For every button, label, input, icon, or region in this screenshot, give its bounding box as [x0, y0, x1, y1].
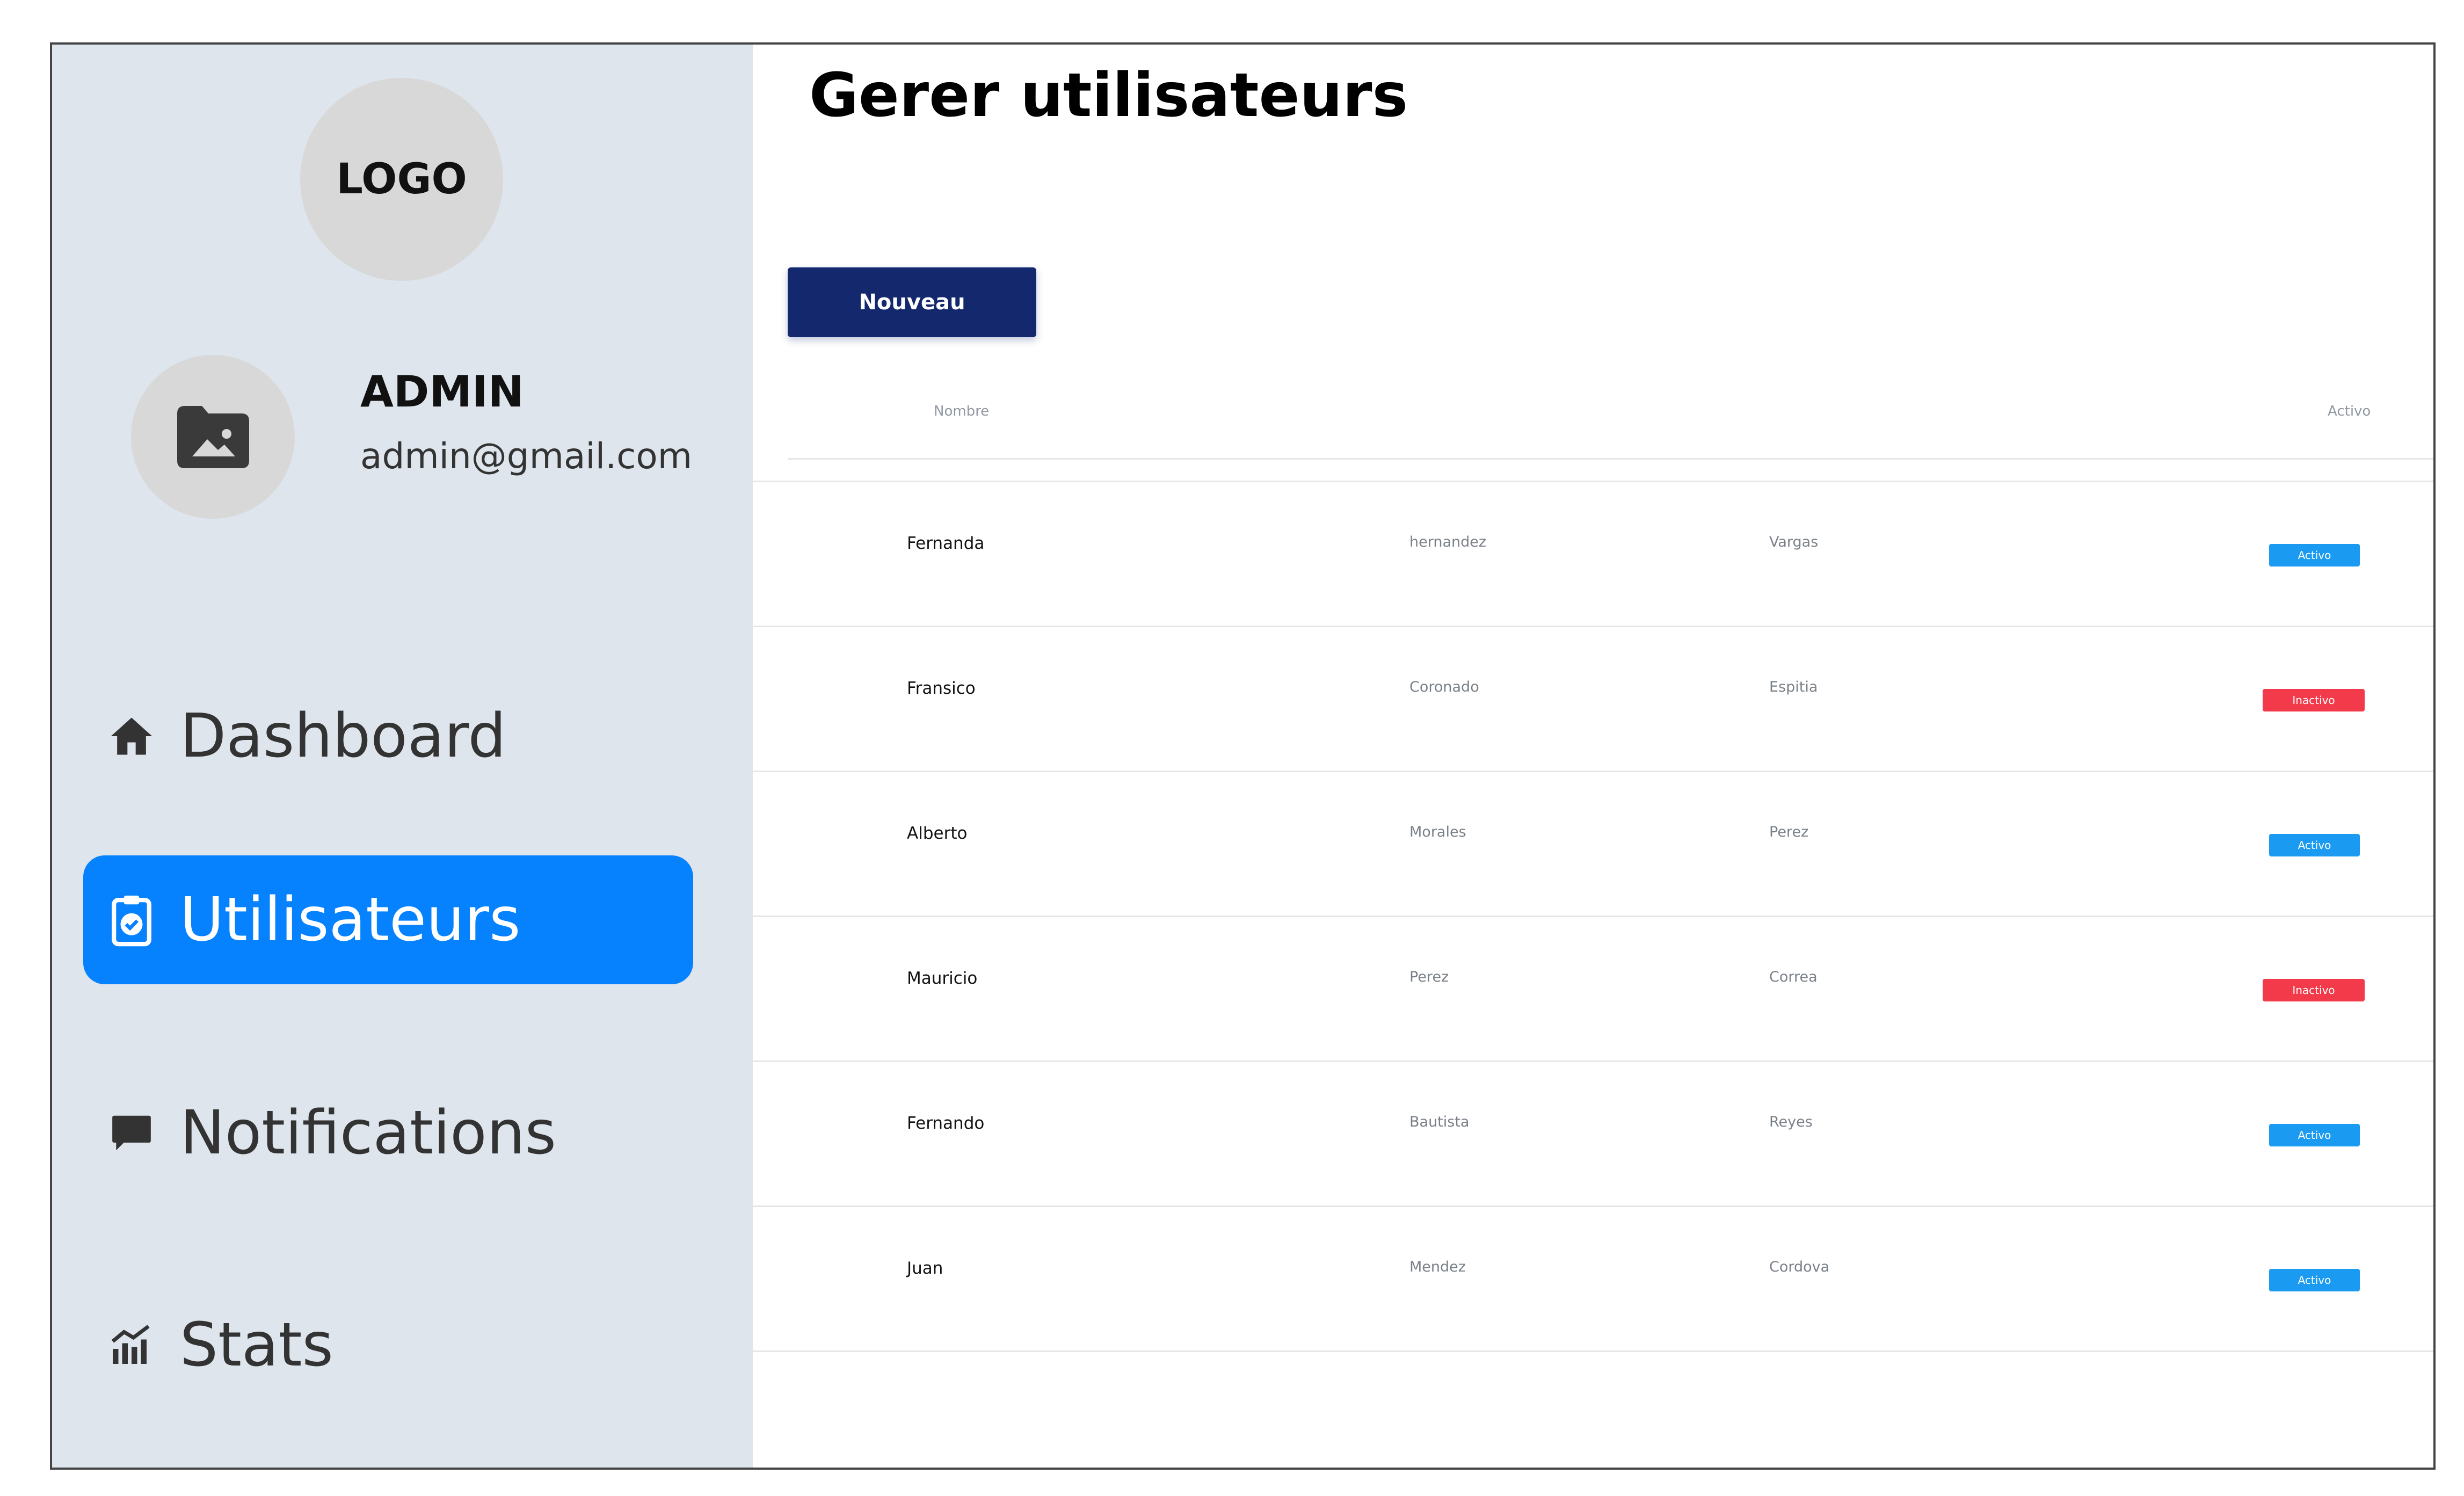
home-icon: [105, 709, 158, 763]
table-row[interactable]: Fransico Coronado Espitia Inactivo: [753, 627, 2433, 772]
app-window: LOGO ADMIN admin@gmail.com Dashboard Uti…: [50, 42, 2436, 1470]
clipboard-check-icon: [105, 893, 158, 947]
main-content: Gerer utilisateurs Nouveau Nombre Activo…: [753, 45, 2433, 1468]
status-badge[interactable]: Activo: [2269, 1269, 2360, 1291]
cell-first-name: Fernanda: [907, 534, 985, 553]
cell-first-name: Fernando: [907, 1114, 985, 1133]
cell-last-name: Morales: [1409, 824, 1466, 840]
column-header-activo[interactable]: Activo: [2328, 403, 2371, 419]
cell-last-name: Perez: [1409, 969, 1449, 985]
bar-chart-icon: [105, 1318, 158, 1372]
sidebar: LOGO ADMIN admin@gmail.com Dashboard Uti…: [52, 45, 753, 1468]
image-folder-icon: [177, 405, 249, 468]
cell-second-last-name: Espitia: [1769, 679, 1818, 695]
nav-item-dashboard[interactable]: Dashboard: [83, 672, 693, 801]
cell-second-last-name: Vargas: [1769, 534, 1819, 550]
header-divider: [788, 458, 2433, 460]
cell-first-name: Juan: [907, 1259, 943, 1278]
chat-bubble-icon: [105, 1106, 158, 1160]
nav-label-notifications: Notifications: [180, 1098, 556, 1168]
cell-first-name: Fransico: [907, 679, 976, 698]
cell-first-name: Alberto: [907, 824, 968, 843]
nav-label-dashboard: Dashboard: [180, 701, 506, 771]
user-name: ADMIN: [360, 367, 524, 417]
nav-item-stats[interactable]: Stats: [83, 1281, 693, 1410]
cell-first-name: Mauricio: [907, 969, 978, 988]
cell-second-last-name: Reyes: [1769, 1114, 1813, 1130]
cell-second-last-name: Cordova: [1769, 1259, 1830, 1275]
table-row[interactable]: Juan Mendez Cordova Activo: [753, 1207, 2433, 1352]
nav-label-stats: Stats: [180, 1310, 333, 1380]
cell-last-name: Bautista: [1409, 1114, 1470, 1130]
status-badge[interactable]: Activo: [2269, 1124, 2360, 1146]
page-title: Gerer utilisateurs: [809, 61, 1408, 130]
cell-last-name: hernandez: [1409, 534, 1487, 550]
status-badge[interactable]: Inactivo: [2263, 979, 2365, 1001]
status-badge[interactable]: Activo: [2269, 544, 2360, 567]
nav-label-utilisateurs: Utilisateurs: [180, 885, 521, 955]
cell-second-last-name: Perez: [1769, 824, 1809, 840]
new-user-button[interactable]: Nouveau: [788, 267, 1036, 337]
cell-last-name: Coronado: [1409, 679, 1479, 695]
nav-item-utilisateurs[interactable]: Utilisateurs: [83, 855, 693, 984]
logo: LOGO: [300, 78, 503, 281]
status-badge[interactable]: Inactivo: [2263, 689, 2365, 711]
cell-last-name: Mendez: [1409, 1259, 1466, 1275]
table-row[interactable]: Mauricio Perez Correa Inactivo: [753, 917, 2433, 1062]
avatar[interactable]: [131, 355, 295, 519]
cell-second-last-name: Correa: [1769, 969, 1818, 985]
user-email: admin@gmail.com: [360, 435, 693, 477]
column-header-nombre[interactable]: Nombre: [934, 403, 989, 419]
status-badge[interactable]: Activo: [2269, 834, 2360, 856]
logo-text: LOGO: [336, 155, 467, 204]
nav-item-notifications[interactable]: Notifications: [83, 1069, 693, 1197]
table-row[interactable]: Fernanda hernandez Vargas Activo: [753, 482, 2433, 627]
table-row[interactable]: Alberto Morales Perez Activo: [753, 772, 2433, 917]
table-row[interactable]: Fernando Bautista Reyes Activo: [753, 1062, 2433, 1207]
